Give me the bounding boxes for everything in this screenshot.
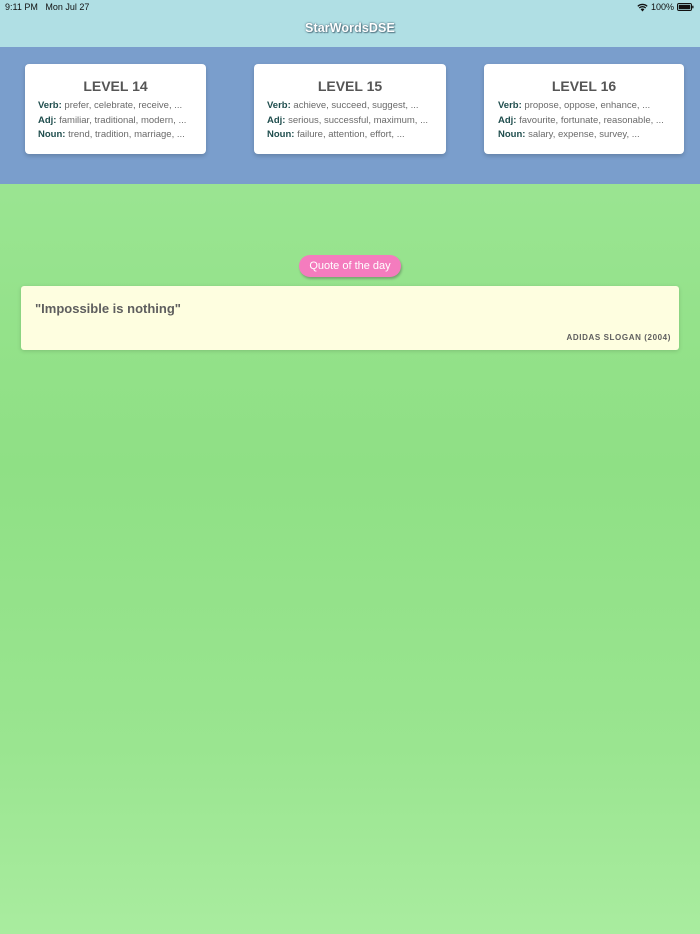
status-time-date: 9:11 PM Mon Jul 27	[5, 2, 89, 12]
level-adj-row: Adj: favourite, fortunate, reasonable, .…	[498, 114, 684, 129]
noun-label: Noun:	[267, 129, 295, 140]
status-bar: 9:11 PM Mon Jul 27 100%	[0, 0, 700, 14]
status-right: 100%	[637, 2, 694, 12]
status-time: 9:11 PM	[5, 2, 38, 12]
level-noun-row: Noun: trend, tradition, marriage, ...	[38, 128, 206, 143]
level-verb-row: Verb: achieve, succeed, suggest, ...	[267, 99, 446, 114]
verb-words: prefer, celebrate, receive, ...	[64, 100, 183, 111]
level-card-16[interactable]: LEVEL 16 Verb: propose, oppose, enhance,…	[484, 64, 684, 154]
levels-band: LEVEL 14 Verb: prefer, celebrate, receiv…	[0, 47, 700, 184]
verb-label: Verb:	[498, 100, 522, 111]
noun-words: salary, expense, survey, ...	[528, 129, 640, 140]
adj-label: Adj:	[38, 114, 57, 126]
quote-card: "Impossible is nothing" ADIDAS SLOGAN (2…	[21, 286, 679, 350]
noun-label: Noun:	[498, 129, 526, 140]
wifi-icon	[637, 3, 648, 12]
adj-label: Adj:	[498, 114, 517, 126]
level-adj-row: Adj: familiar, traditional, modern, ...	[38, 114, 206, 129]
quote-author: ADIDAS SLOGAN (2004)	[566, 333, 671, 342]
quote-of-the-day-button[interactable]: Quote of the day	[299, 255, 401, 277]
adj-words: serious, successful, maximum, ...	[288, 114, 429, 126]
verb-words: achieve, succeed, suggest, ...	[293, 100, 419, 111]
noun-words: trend, tradition, marriage, ...	[68, 129, 185, 140]
level-noun-row: Noun: salary, expense, survey, ...	[498, 128, 684, 143]
level-title: LEVEL 15	[317, 78, 383, 94]
level-title: LEVEL 16	[551, 78, 617, 94]
level-adj-row: Adj: serious, successful, maximum, ...	[267, 114, 446, 129]
adj-words: favourite, fortunate, reasonable, ...	[519, 114, 664, 126]
adj-words: familiar, traditional, modern, ...	[59, 114, 187, 126]
level-verb-row: Verb: prefer, celebrate, receive, ...	[38, 99, 206, 114]
level-verb-row: Verb: propose, oppose, enhance, ...	[498, 99, 684, 114]
app-title: StarWordsDSE	[305, 21, 395, 35]
verb-words: propose, oppose, enhance, ...	[524, 100, 651, 111]
verb-label: Verb:	[267, 100, 291, 111]
level-title: LEVEL 14	[83, 78, 148, 94]
noun-label: Noun:	[38, 129, 66, 140]
adj-label: Adj:	[267, 114, 286, 126]
level-noun-row: Noun: failure, attention, effort, ...	[267, 128, 446, 143]
quote-text: "Impossible is nothing"	[35, 301, 181, 316]
level-card-15[interactable]: LEVEL 15 Verb: achieve, succeed, suggest…	[254, 64, 446, 154]
noun-words: failure, attention, effort, ...	[297, 129, 405, 140]
status-date: Mon Jul 27	[45, 2, 90, 12]
verb-label: Verb:	[38, 100, 62, 111]
battery-percent: 100%	[650, 2, 674, 12]
battery-icon	[677, 3, 694, 11]
level-card-14[interactable]: LEVEL 14 Verb: prefer, celebrate, receiv…	[25, 64, 206, 154]
